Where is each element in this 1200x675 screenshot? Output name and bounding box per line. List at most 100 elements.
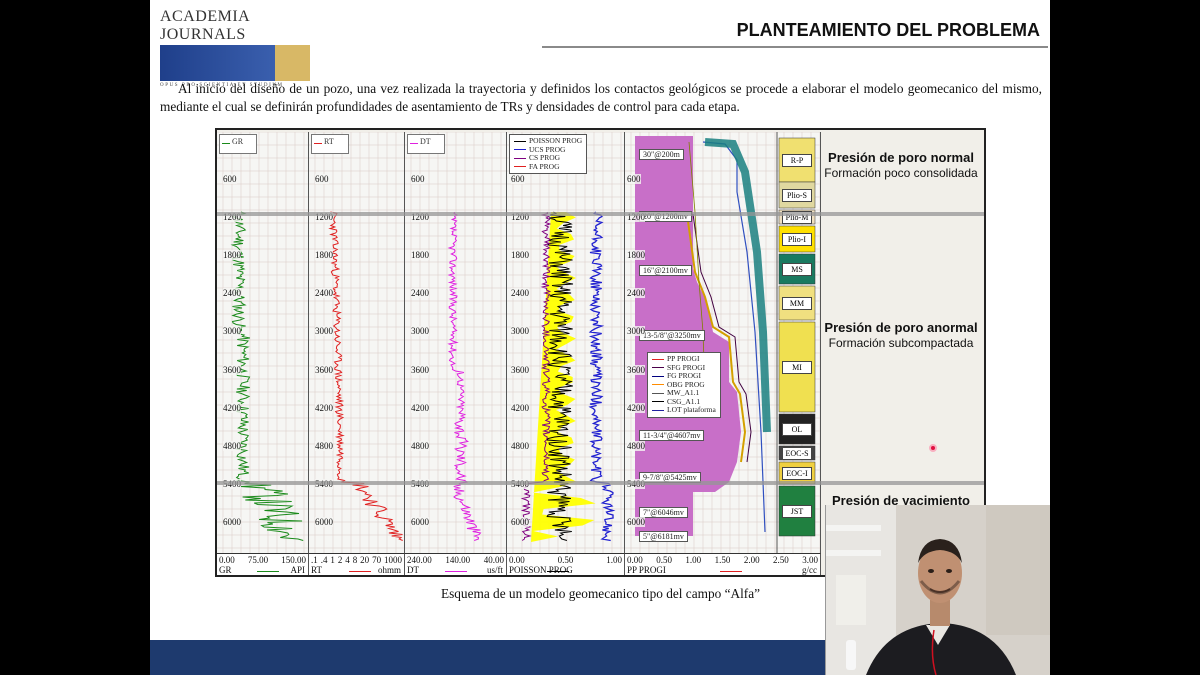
zone-title: Presión de poro normal xyxy=(828,150,974,165)
depth-label: 600 xyxy=(627,174,641,185)
zone-desc: Formación poco consolidada xyxy=(824,166,978,180)
scale-tick: 1.00 xyxy=(685,555,702,565)
zone-divider-bottom xyxy=(217,481,984,485)
legend-label: FA PROG xyxy=(529,161,560,171)
depth-label: 600 xyxy=(315,174,329,185)
formation-label: MI xyxy=(782,361,812,374)
depth-label: 6000 xyxy=(511,516,529,527)
depth-label: 1800 xyxy=(511,250,529,261)
depth-label: 4800 xyxy=(511,440,529,451)
track-scale: .1.4 1 2 4 8 20 70 1000 RT ohmm xyxy=(309,553,405,575)
legend-item: FA PROG xyxy=(514,161,582,172)
legend-label: LOT plataforma xyxy=(667,405,716,414)
depth-label: 2400 xyxy=(315,288,333,299)
depth-label: 6000 xyxy=(223,516,241,527)
track-header: RT xyxy=(311,134,349,154)
scale-name: RT xyxy=(311,565,322,575)
track-scale: 0.00 0.50 1.00 1.50 2.00 2.50 3.00 PP PROGI g/cc xyxy=(625,553,821,575)
formation-label: EOC-S xyxy=(782,447,812,460)
scale-unit: ohmm xyxy=(377,565,401,575)
scale-tick: 0.00 xyxy=(627,555,643,565)
scale-tick: 0.00 xyxy=(219,555,235,565)
scale-tick: 2.50 xyxy=(773,555,789,565)
scale-tick: 1.00 xyxy=(606,555,622,565)
slide-title: PLANTEAMIENTO DEL PROBLEMA xyxy=(736,20,1040,40)
scale-tick: 140.00 xyxy=(445,555,471,565)
zone-divider-top xyxy=(217,212,984,216)
depth-label: 4800 xyxy=(411,440,429,451)
depth-label: 4200 xyxy=(411,402,429,413)
scale-tick: 4 xyxy=(345,555,350,565)
depth-label: 3600 xyxy=(411,364,429,375)
scale-name: GR xyxy=(219,565,232,575)
scale-tick: 75.00 xyxy=(247,555,269,565)
depth-label: 2400 xyxy=(411,288,429,299)
scale-tick: 20 xyxy=(360,555,370,565)
scale-tick: 2 xyxy=(337,555,343,565)
scale-tick: 40.00 xyxy=(483,555,504,565)
formation-label: OL xyxy=(782,423,812,436)
depth-label: 6000 xyxy=(411,516,429,527)
webcam-overlay xyxy=(825,505,1050,675)
scale-line-swatch xyxy=(445,571,467,572)
formation-label: Plio-I xyxy=(782,233,812,246)
logo-text: ACADEMIA JOURNALS xyxy=(160,8,250,43)
scale-tick: 1 xyxy=(330,555,335,565)
casing-label: 30"@200m xyxy=(639,149,684,160)
formation-label: EOC-I xyxy=(782,467,812,480)
logo-color-blocks xyxy=(160,45,310,81)
zone-desc: Formación subcompactada xyxy=(828,336,974,350)
log-track-dt: DT60012001800240030003600420048005400600… xyxy=(405,132,507,553)
scale-tick: 240.00 xyxy=(407,555,432,565)
presenter-video xyxy=(826,505,1050,675)
scale-unit: API xyxy=(290,565,305,575)
depth-label: 3000 xyxy=(511,326,529,337)
formation-label: MM xyxy=(782,297,812,310)
scale-name: POISSON PROG xyxy=(509,565,573,575)
depth-label: 1800 xyxy=(315,250,333,261)
track-scale: 240.00 140.00 40.00 DT us/ft xyxy=(405,553,507,575)
zone-title: Presión de poro anormal xyxy=(824,320,978,335)
scale-line-swatch xyxy=(257,571,279,572)
scale-tick: 70 xyxy=(372,555,382,565)
intro-paragraph: Al inicio del diseño de un pozo, una vez… xyxy=(160,81,1042,114)
depth-label: 6000 xyxy=(315,516,333,527)
casing-label: 11-3/4"@4607mv xyxy=(639,430,705,441)
depth-label: 4800 xyxy=(315,440,333,451)
scale-unit: us/ft xyxy=(486,565,503,575)
log-track-pp-progi: R-P Plio-S Plio-M Plio-I MS MM MI OL EOC-S EOC-I J… xyxy=(625,132,821,553)
depth-label: 4200 xyxy=(315,402,333,413)
scale-tick: 1.50 xyxy=(714,555,731,565)
zone-normal-pressure: Presión de poro normal Formación poco co… xyxy=(821,150,981,181)
scale-tick: 0.50 xyxy=(656,555,672,565)
depth-label: 4200 xyxy=(223,402,241,413)
scale-tick: 0.00 xyxy=(509,555,525,565)
depth-label: 3600 xyxy=(511,364,529,375)
depth-label: 2400 xyxy=(511,288,529,299)
track-header: DT xyxy=(407,134,445,154)
poisson-legend: POISSON PROG UCS PROG CS PROG FA PROG xyxy=(509,134,588,174)
depth-label: 600 xyxy=(411,174,425,185)
depth-label: 6000 xyxy=(627,516,645,527)
casing-label: 7"@6046mv xyxy=(639,507,688,518)
depth-label: 600 xyxy=(511,174,525,185)
depth-label: 1800 xyxy=(223,250,241,261)
depth-label: 3600 xyxy=(315,364,333,375)
scale-line-swatch xyxy=(547,571,569,572)
depth-label: 4200 xyxy=(627,402,645,413)
zone-abnormal-pressure: Presión de poro anormal Formación subcom… xyxy=(821,320,981,351)
depth-label: 3000 xyxy=(315,326,333,337)
scale-tick: 8 xyxy=(352,555,358,565)
scale-line-swatch xyxy=(720,571,742,572)
log-track-rt: RT60012001800240030003600420048005400600… xyxy=(309,132,405,553)
pointer-dot xyxy=(929,444,937,452)
formation-label: JST xyxy=(782,505,812,518)
pressure-legend: PP PROGI SFG PROGI FG PROGI OBG PROG MW_A1.1… xyxy=(647,352,721,418)
scale-name: DT xyxy=(407,565,419,575)
log-track-gr: GR60012001800240030003600420048005400600… xyxy=(217,132,309,553)
formation-label: MS xyxy=(782,263,812,276)
track-header: GR xyxy=(219,134,257,154)
academia-journals-logo: ACADEMIA JOURNALS OPUS PRO SCIENTIA ET S… xyxy=(160,8,310,88)
scale-tick: .1 xyxy=(311,555,318,565)
formation-label: R-P xyxy=(782,154,812,167)
